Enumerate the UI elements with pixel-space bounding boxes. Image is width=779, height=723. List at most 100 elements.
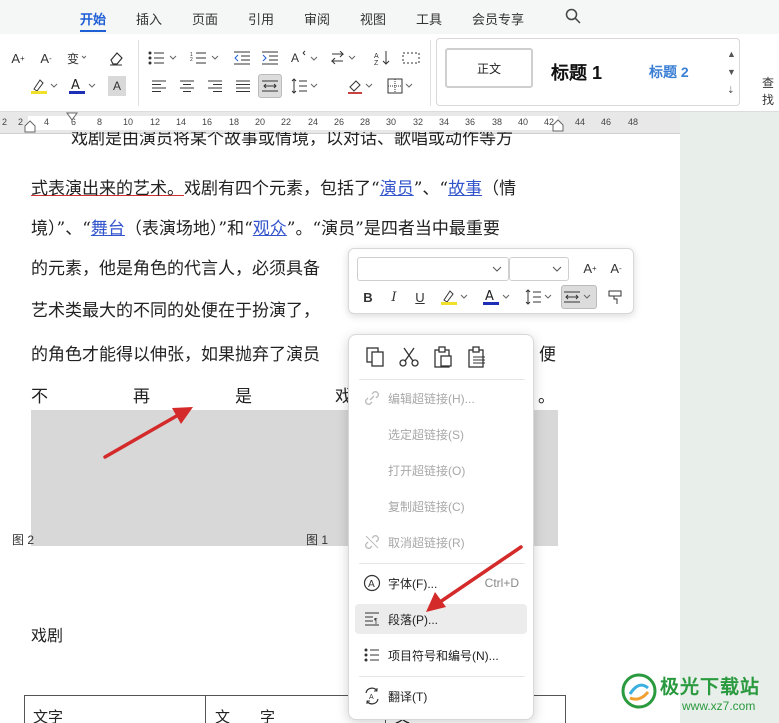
menu-item-remove-hyperlink[interactable]: 取消超链接(R) (355, 527, 527, 557)
cut-icon[interactable] (397, 345, 421, 369)
borders-icon[interactable] (386, 76, 416, 96)
find-label[interactable]: 查找 (762, 74, 779, 108)
font-size-dropdown[interactable] (509, 257, 569, 281)
doc-line-0: 戏剧是由演员将某个故事或情境，以对话、歌唱或动作等方 (31, 132, 513, 152)
align-center-icon[interactable] (178, 76, 196, 96)
mini-line-spacing-icon[interactable] (523, 287, 555, 307)
style-heading-1[interactable]: 标题 1 (551, 59, 602, 85)
underline-icon[interactable]: U (411, 287, 429, 307)
menu-item-edit-hyperlink[interactable]: 编辑超链接(H)... (355, 383, 527, 413)
increase-indent-icon[interactable] (260, 48, 280, 68)
ruler-number: 2 (18, 117, 24, 127)
svg-text:A: A (485, 289, 494, 304)
text-direction-icon[interactable]: A (290, 48, 320, 68)
search-icon[interactable] (565, 8, 581, 24)
menu-item-label: 翻译(T) (388, 689, 428, 704)
tab-member[interactable]: 会员专享 (472, 9, 524, 28)
menu-item-copy-hyperlink[interactable]: 复制超链接(C) (355, 491, 527, 521)
increase-font-icon[interactable]: A + (8, 48, 28, 68)
justify-icon[interactable] (234, 76, 252, 96)
doc-text: 式表演出来的艺术。 (31, 179, 184, 199)
style-heading-2[interactable]: 标题 2 (649, 62, 689, 82)
mini-font-color-icon[interactable]: A (481, 287, 513, 307)
ruler-number: 44 (575, 117, 586, 127)
menu-item-icon-blank (361, 459, 383, 481)
style-normal[interactable]: 正文 (445, 48, 533, 88)
table-cell[interactable]: 文字 (33, 706, 63, 723)
tab-tools[interactable]: 工具 (416, 9, 442, 28)
char-shading-icon[interactable]: A (108, 76, 126, 96)
doc-line-0-text: 戏剧是由演员将某个故事或情境，以对话、歌唱或动作等方 (71, 132, 513, 149)
sort-icon[interactable]: AZ (372, 48, 394, 68)
bold-icon[interactable]: B (359, 287, 377, 307)
decrease-indent-icon[interactable] (232, 48, 252, 68)
bullet-list-icon[interactable] (146, 48, 180, 68)
mini-distributed-align-icon[interactable] (561, 285, 597, 309)
font-name-dropdown[interactable] (357, 257, 509, 281)
doc-line-6-char: 。 (538, 387, 555, 407)
font-color-icon[interactable]: A (66, 76, 100, 96)
doc-line-6-char: 再 (133, 387, 150, 407)
menu-item-translate[interactable]: A 翻译(T) (355, 681, 527, 711)
menu-item-bullets-numbering[interactable]: 项目符号和编号(N)... (355, 640, 527, 670)
grow-font-icon[interactable]: A + (579, 257, 601, 279)
tab-review[interactable]: 审阅 (304, 9, 330, 28)
paste-text-only-icon[interactable] (465, 345, 489, 369)
menu-item-icon-blank (361, 423, 383, 445)
styles-gallery: 正文 标题 1 标题 2 ▲ ▼ ⇣ (436, 38, 740, 106)
tab-view[interactable]: 视图 (360, 9, 386, 28)
italic-icon[interactable]: I (385, 287, 403, 307)
tab-references[interactable]: 引用 (248, 9, 274, 28)
doc-text: （情 (482, 179, 517, 199)
show-marks-icon[interactable] (400, 48, 422, 68)
numbered-list-icon[interactable]: 12 (188, 48, 222, 68)
menu-item-label: 段落(P)... (388, 612, 438, 627)
align-left-icon[interactable] (150, 76, 168, 96)
shading-icon[interactable] (346, 76, 376, 96)
link-edit-icon (361, 387, 383, 409)
highlight-color-icon[interactable] (28, 76, 62, 96)
table-cell[interactable]: 文 字 (215, 706, 275, 723)
menu-item-select-hyperlink[interactable]: 选定超链接(S) (355, 419, 527, 449)
tab-page[interactable]: 页面 (192, 9, 218, 28)
first-line-indent-marker-icon[interactable] (66, 112, 78, 124)
menu-item-open-hyperlink[interactable]: 打开超链接(O) (355, 455, 527, 485)
svg-text:A: A (368, 579, 375, 590)
right-indent-marker-icon[interactable] (552, 118, 564, 132)
clear-format-icon[interactable] (106, 48, 126, 68)
copy-icon[interactable] (363, 345, 387, 369)
left-indent-marker-icon[interactable] (24, 114, 36, 134)
mini-highlight-icon[interactable] (439, 287, 471, 307)
menu-item-label: 项目符号和编号(N)... (388, 648, 499, 663)
document-page[interactable]: 戏剧是由演员将某个故事或情境，以对话、歌唱或动作等方 式表演出来的艺术。戏剧有四… (0, 132, 680, 723)
doc-text: ”。“演员”是四者当中最重要 (286, 219, 500, 239)
ruler-number: 8 (97, 117, 103, 127)
hyperlink-actor[interactable]: 演员 (380, 179, 414, 199)
phonetic-guide-icon[interactable]: 变 (64, 48, 88, 68)
hyperlink-audience[interactable]: 观众 (253, 219, 287, 239)
shrink-font-icon[interactable]: A- (605, 257, 627, 279)
menu-separator (359, 563, 525, 564)
svg-text:A: A (291, 51, 299, 65)
align-right-icon[interactable] (206, 76, 224, 96)
tab-insert[interactable]: 插入 (136, 9, 162, 28)
menu-item-paragraph[interactable]: ¶ 段落(P)... (355, 604, 527, 634)
text-wrap-icon[interactable] (330, 48, 360, 68)
format-painter-icon[interactable] (605, 287, 625, 307)
menu-item-font[interactable]: A 字体(F)... Ctrl+D (355, 568, 527, 598)
hyperlink-story[interactable]: 故事 (448, 179, 482, 199)
line-spacing-icon[interactable] (290, 76, 320, 96)
distributed-align-icon[interactable] (258, 74, 282, 98)
ribbon-home: A + A- 变 12 A AZ A A 正文 标题 1 标题 2 ▲ ▼ ⇣ … (0, 34, 779, 112)
figure-2-caption: 图 2 (12, 533, 35, 547)
hyperlink-stage[interactable]: 舞台 (91, 219, 125, 239)
unlink-icon (361, 531, 383, 553)
horizontal-ruler[interactable]: 2 2 4 6 8 10 12 14 16 18 20 22 24 26 28 30 32 34 36 38 40 42 4… (0, 112, 680, 134)
paste-icon[interactable] (431, 345, 455, 369)
decrease-font-icon[interactable]: A- (36, 48, 56, 68)
styles-scroll-arrows-icon[interactable]: ▲ ▼ ⇣ (727, 45, 737, 99)
tab-home[interactable]: 开始 (80, 9, 106, 28)
menu-item-label: 编辑超链接(H)... (388, 391, 475, 406)
clipboard-icon-row (361, 345, 521, 371)
doc-line-5: 的角色才能得以伸张，如果抛弃了演员 (31, 345, 320, 365)
